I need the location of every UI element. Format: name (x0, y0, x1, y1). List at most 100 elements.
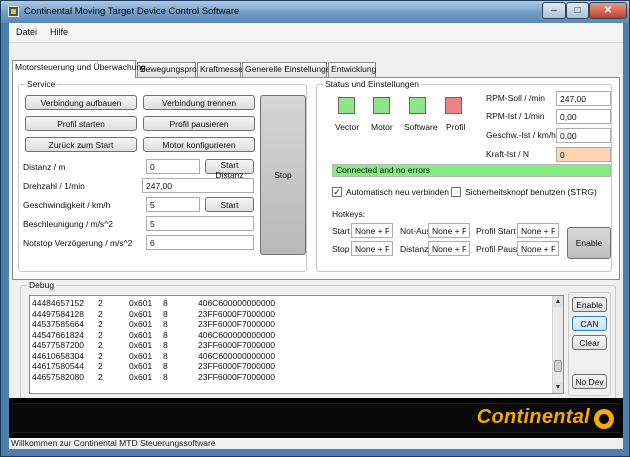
debug-cell-payload: 23FF6000F7000000 (198, 371, 276, 382)
clear-button[interactable]: Clear (572, 335, 607, 350)
stop-button[interactable]: Stop (260, 95, 306, 255)
software-indicator (409, 97, 426, 114)
can-button[interactable]: CAN (572, 316, 607, 331)
debug-cell-payload: 406C600000000000 (198, 298, 276, 308)
minimize-button[interactable]: – (542, 2, 566, 19)
debug-cell-timestamp: 44610658304 (32, 350, 85, 361)
tab-force-meter[interactable]: Kraftmesser (197, 62, 246, 77)
start-button[interactable]: Start (205, 197, 254, 212)
debug-log-list[interactable]: 44484657152 2 0x601 8 406C600000000000 444975… (29, 295, 564, 394)
rpm-set-label: RPM-Soll / /min (486, 93, 546, 103)
debug-cell-timestamp: 44537585664 (32, 319, 85, 329)
start-distance-button[interactable]: Start Distanz (205, 159, 254, 180)
emergency-decel-label: Notstop Verzögerung / m/s^2 (23, 238, 133, 248)
hotkey-distance-label: Distanz (400, 244, 429, 254)
hotkey-stop-field[interactable] (351, 241, 393, 256)
debug-cell-timestamp: 44497584128 (32, 308, 85, 319)
hotkey-stop-label: Stop (332, 244, 350, 254)
debug-cell-channel: 2 (98, 350, 103, 361)
configure-motor-button[interactable]: Motor konfigurieren (143, 137, 255, 152)
status-group-title: Status und Einstellungen (323, 79, 422, 89)
start-profile-button[interactable]: Profil starten (25, 116, 137, 131)
speed-actual-label: Geschw.-Ist / km/h (486, 130, 556, 140)
vector-indicator (338, 97, 355, 114)
distance-input[interactable] (146, 159, 200, 174)
menu-datei[interactable]: Datei (16, 27, 37, 37)
speed-rpm-label: Drehzahl / 1/min (23, 181, 85, 191)
disconnect-button[interactable]: Verbindung trennen (143, 95, 255, 110)
profile-indicator-label: Profil (446, 122, 466, 132)
tab-development[interactable]: Entwicklung (328, 62, 376, 77)
force-actual-field (556, 147, 611, 162)
scroll-up-icon[interactable]: ▲ (553, 296, 563, 307)
debug-cell-channel: 2 (98, 361, 103, 371)
status-group: Status und Einstellungen Vector Motor So… (316, 79, 612, 272)
rpm-set-field[interactable] (556, 91, 611, 106)
debug-cell-can-id: 0x601 (129, 319, 153, 329)
hotkey-start-field[interactable] (351, 223, 393, 238)
tab-motor-control[interactable]: Motorsteuerung und Überwachung (12, 60, 146, 78)
safety-button-checkbox[interactable] (451, 187, 461, 197)
safety-button-label: Sicherheitsknopf benutzen (STRG) (465, 187, 597, 197)
debug-cell-channel: 2 (98, 298, 103, 308)
application-window: Continental Moving Target Device Control… (0, 0, 630, 457)
brand-banner-bar: Continental (12, 403, 620, 433)
debug-cell-payload: 23FF6000F7000000 (198, 319, 276, 329)
connection-status-message: Connected and no errors (332, 164, 611, 177)
debug-cell-timestamp: 44617580544 (32, 361, 85, 371)
close-button[interactable]: ✕ (589, 2, 627, 19)
hotkey-emergency-field[interactable] (428, 223, 470, 238)
horse-emblem-icon (594, 409, 614, 429)
debug-cell-dlc: 8 (163, 340, 168, 350)
debug-button-panel: Enable CAN Clear No Dev (568, 292, 611, 396)
no-dev-button[interactable]: No Dev (572, 374, 607, 389)
debug-cell-dlc: 8 (163, 319, 168, 329)
scroll-thumb[interactable] (554, 360, 562, 372)
hotkeys-enable-button[interactable]: Enable (567, 227, 611, 259)
maximize-button[interactable]: □ (566, 2, 589, 19)
debug-cell-dlc: 8 (163, 298, 168, 308)
speed-rpm-input[interactable] (142, 178, 254, 193)
debug-cell-channel: 2 (98, 308, 103, 319)
scroll-down-icon[interactable]: ▼ (553, 382, 563, 393)
hotkey-profile-pause-field[interactable] (517, 241, 559, 256)
debug-cell-channel: 2 (98, 329, 103, 340)
debug-cell-channel: 2 (98, 319, 103, 329)
rpm-actual-field (556, 109, 611, 124)
service-group-title: Service (25, 79, 58, 89)
tab-general-settings[interactable]: Generelle Einstellungen (242, 62, 335, 77)
debug-cell-timestamp: 44484657152 (32, 298, 85, 308)
acceleration-input[interactable] (146, 216, 254, 231)
emergency-decel-input[interactable] (146, 235, 254, 250)
window-title: Continental Moving Target Device Control… (24, 6, 240, 17)
software-indicator-label: Software (404, 122, 438, 132)
debug-cell-timestamp: 44547661824 (32, 329, 85, 340)
debug-cell-dlc: 8 (163, 350, 168, 361)
motor-indicator (373, 97, 390, 114)
hotkey-start-label: Start (332, 226, 350, 236)
hotkey-profile-start-field[interactable] (517, 223, 559, 238)
debug-cell-dlc: 8 (163, 361, 168, 371)
debug-scrollbar[interactable]: ▲ ▼ (552, 296, 563, 393)
debug-cell-can-id: 0x601 (129, 371, 153, 382)
hotkeys-title: Hotkeys: (332, 209, 366, 219)
pause-profile-button[interactable]: Profil pausieren (143, 116, 255, 131)
debug-cell-can-id: 0x601 (129, 361, 153, 371)
debug-enable-button[interactable]: Enable (572, 297, 607, 312)
debug-cell-dlc: 8 (163, 329, 168, 340)
velocity-input[interactable] (146, 197, 200, 212)
hotkey-profile-pause-label: Profil Pause (476, 244, 522, 254)
back-to-start-button[interactable]: Zurück zum Start (25, 137, 137, 152)
auto-reconnect-checkbox[interactable]: ✓ (332, 187, 342, 197)
debug-cell-can-id: 0x601 (129, 329, 153, 340)
menu-hilfe[interactable]: Hilfe (50, 27, 68, 37)
connect-button[interactable]: Verbindung aufbauen (25, 95, 137, 110)
debug-group: Debug 44484657152 2 0x601 8 406C600000000000… (20, 280, 616, 403)
debug-cell-can-id: 0x601 (129, 350, 153, 361)
debug-cell-channel: 2 (98, 340, 103, 350)
debug-cell-payload: 23FF6000F7000000 (198, 340, 276, 350)
hotkey-distance-field[interactable] (428, 241, 470, 256)
hotkey-profile-start-label: Profil Start (476, 226, 516, 236)
title-bar[interactable]: Continental Moving Target Device Control… (1, 1, 629, 23)
debug-cell-can-id: 0x601 (129, 340, 153, 350)
